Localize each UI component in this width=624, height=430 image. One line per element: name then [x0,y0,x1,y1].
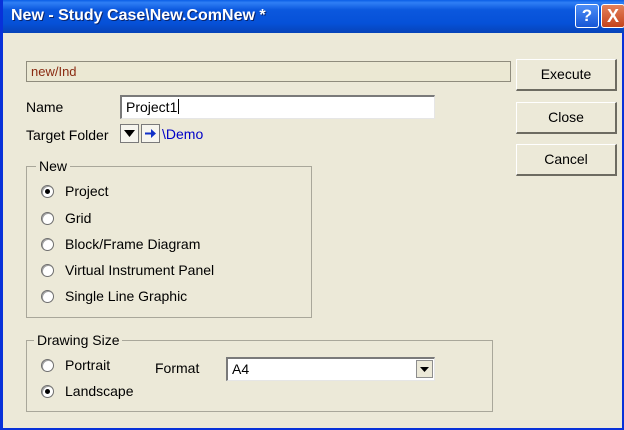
help-button[interactable]: ? [575,4,599,28]
radio-option-portrait[interactable]: Portrait [41,357,110,373]
format-dropdown-button[interactable] [416,360,433,378]
radio-label: Landscape [65,383,134,399]
cancel-button[interactable]: Cancel [516,144,617,176]
text-caret [178,99,180,114]
target-folder-link[interactable]: \Demo [162,126,203,142]
radio-button[interactable] [41,184,54,198]
new-group-title: New [36,158,71,174]
radio-button[interactable] [41,263,54,277]
name-input-value: Project1 [126,99,178,115]
arrow-right-icon [145,129,156,138]
execute-button[interactable]: Execute [516,59,617,91]
radio-label: Portrait [65,357,111,373]
target-folder-label: Target Folder [26,127,109,143]
window-title: New - Study Case\New.ComNew * [11,7,266,24]
triangle-down-icon [124,130,135,137]
radio-label: Project [65,183,109,199]
folder-jump-button[interactable] [141,124,160,143]
radio-label: Single Line Graphic [65,288,188,304]
format-select[interactable]: A4 [226,357,435,381]
radio-button[interactable] [41,358,54,372]
radio-button[interactable] [41,384,54,398]
title-bar[interactable]: New - Study Case\New.ComNew * ? X [3,0,624,33]
radio-button[interactable] [41,237,54,251]
radio-option-project[interactable]: Project [41,183,109,199]
radio-option-single-line-graphic[interactable]: Single Line Graphic [41,288,187,304]
name-label: Name [26,99,64,115]
help-icon: ? [581,6,593,25]
format-label: Format [155,360,200,376]
name-input[interactable]: Project1 [120,95,435,119]
radio-option-grid[interactable]: Grid [41,210,91,226]
radio-option-block-frame-diagram[interactable]: Block/Frame Diagram [41,236,200,252]
radio-option-virtual-instrument-panel[interactable]: Virtual Instrument Panel [41,262,214,278]
close-icon: X [606,6,619,26]
radio-button[interactable] [41,211,54,225]
dialog-window: New - Study Case\New.ComNew * ? X new/In… [0,0,624,430]
folder-dropdown-button[interactable] [120,124,139,143]
triangle-down-icon [420,366,429,372]
format-select-value: A4 [232,361,250,377]
close-button[interactable]: Close [516,102,617,134]
radio-label: Grid [65,210,92,226]
close-window-button[interactable]: X [601,4,624,28]
drawing-size-title: Drawing Size [34,332,123,348]
path-field: new/Ind [26,61,511,82]
radio-label: Block/Frame Diagram [65,236,201,252]
radio-button[interactable] [41,289,54,303]
radio-label: Virtual Instrument Panel [65,262,215,278]
radio-option-landscape[interactable]: Landscape [41,383,134,399]
